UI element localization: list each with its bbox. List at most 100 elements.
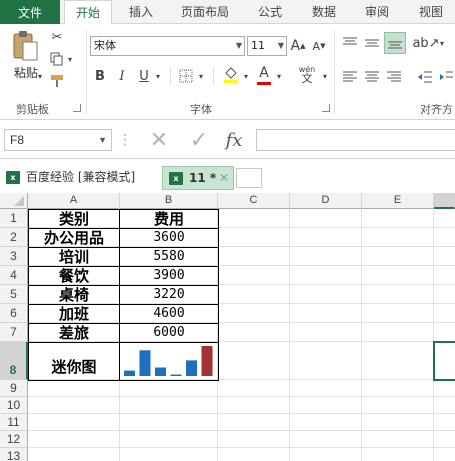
- cell-b7[interactable]: 6000: [120, 323, 218, 342]
- font-name-select[interactable]: 宋体 ▼: [90, 36, 245, 56]
- alignment-group-label: 对齐方: [420, 103, 453, 116]
- font-size-value: 11: [251, 39, 265, 52]
- decrease-indent-icon[interactable]: [415, 68, 435, 86]
- row-header[interactable]: 3: [0, 247, 28, 266]
- cell-a3[interactable]: 培训: [28, 247, 120, 266]
- align-left-icon[interactable]: [340, 68, 360, 86]
- column-header-b[interactable]: B: [120, 193, 218, 209]
- phonetic-dropdown-icon[interactable]: ▾: [320, 66, 330, 86]
- decrease-font-size-icon[interactable]: A ▼: [311, 36, 327, 56]
- tab-insert[interactable]: 插入: [129, 0, 153, 24]
- row-header[interactable]: 7: [0, 323, 28, 342]
- separator: [213, 68, 214, 84]
- formula-bar: F8 ▼ ⋮ ✕ ✓ fx: [0, 121, 455, 159]
- fill-color-dropdown-icon[interactable]: ▾: [241, 66, 251, 86]
- formula-input[interactable]: [256, 129, 455, 151]
- selected-cell-f8[interactable]: [433, 341, 455, 381]
- column-header-a[interactable]: A: [28, 193, 120, 209]
- align-bottom-icon[interactable]: [384, 32, 406, 54]
- align-top-icon[interactable]: [340, 34, 360, 52]
- cell-a1[interactable]: 类别: [28, 209, 120, 228]
- new-workbook-tab-button[interactable]: [236, 168, 262, 188]
- align-middle-icon[interactable]: [362, 34, 382, 52]
- orientation-dropdown-icon[interactable]: ▾: [437, 34, 447, 52]
- column-header-c[interactable]: C: [218, 193, 290, 209]
- sparkline-chart[interactable]: [120, 342, 218, 380]
- workbook-tab-11[interactable]: x 11 * ✕: [162, 166, 234, 190]
- increase-indent-icon[interactable]: [437, 68, 455, 86]
- tab-data[interactable]: 数据: [312, 0, 336, 24]
- column-header-e[interactable]: E: [362, 193, 434, 209]
- copy-dropdown-icon[interactable]: ▾: [66, 50, 74, 68]
- excel-file-icon: x: [6, 171, 20, 184]
- row-header[interactable]: 8: [0, 342, 28, 380]
- italic-button[interactable]: I: [114, 66, 130, 86]
- cell-b2[interactable]: 3600: [120, 228, 218, 247]
- close-tab-icon[interactable]: ✕: [219, 167, 229, 189]
- row-header[interactable]: 9: [0, 380, 28, 397]
- row-header[interactable]: 6: [0, 304, 28, 323]
- cell-b3[interactable]: 5580: [120, 247, 218, 266]
- enter-icon[interactable]: ✓: [186, 128, 212, 153]
- cut-icon[interactable]: ✂: [48, 28, 66, 46]
- align-right-icon[interactable]: [384, 68, 404, 86]
- cell-b1[interactable]: 费用: [120, 209, 218, 228]
- row-header[interactable]: 10: [0, 397, 28, 414]
- fill-color-icon[interactable]: [222, 64, 240, 84]
- row-header[interactable]: 4: [0, 266, 28, 285]
- cell-a6[interactable]: 加班: [28, 304, 120, 323]
- row-header[interactable]: 11: [0, 414, 28, 431]
- column-header-d[interactable]: D: [290, 193, 362, 209]
- copy-icon[interactable]: [48, 50, 66, 68]
- tab-home[interactable]: 开始: [64, 0, 112, 25]
- tab-file[interactable]: 文件: [0, 0, 60, 24]
- insert-function-button[interactable]: fx: [220, 128, 248, 152]
- underline-button[interactable]: U: [136, 66, 152, 86]
- font-size-select[interactable]: 11 ▼: [247, 36, 287, 56]
- paste-icon[interactable]: [10, 30, 40, 62]
- paste-dropdown-icon[interactable]: ▾: [36, 72, 44, 81]
- font-color-icon[interactable]: A: [255, 64, 273, 86]
- phonetic-guide-icon[interactable]: wén 文: [296, 62, 318, 86]
- sparkline-bar: [124, 370, 135, 376]
- column-header-f[interactable]: [434, 193, 455, 209]
- separator: [170, 68, 171, 84]
- borders-dropdown-icon[interactable]: ▾: [196, 66, 206, 86]
- cell-b5[interactable]: 3220: [120, 285, 218, 304]
- clipboard-launcher-icon[interactable]: [73, 104, 81, 112]
- cell-reference: F8: [10, 133, 25, 147]
- cell-a4[interactable]: 餐饮: [28, 266, 120, 285]
- format-painter-icon[interactable]: [48, 72, 66, 90]
- increase-font-size-icon[interactable]: A ▲: [290, 36, 306, 56]
- bold-button[interactable]: B: [92, 66, 108, 86]
- sparkline-bar: [155, 367, 166, 376]
- align-center-icon[interactable]: [362, 68, 382, 86]
- workbook-tab-label: 百度经验 [兼容模式]: [26, 170, 136, 184]
- tab-review[interactable]: 审阅: [365, 0, 389, 24]
- cell-a7[interactable]: 差旅: [28, 323, 120, 342]
- workbook-tab-baidu[interactable]: x 百度经验 [兼容模式]: [0, 166, 158, 190]
- row-header[interactable]: 1: [0, 209, 28, 228]
- font-launcher-icon[interactable]: [322, 104, 330, 112]
- cell-b4[interactable]: 3900: [120, 266, 218, 285]
- gridline: [28, 396, 455, 397]
- cancel-icon[interactable]: ✕: [146, 128, 172, 153]
- cell-a8[interactable]: 迷你图: [28, 342, 120, 380]
- select-all-corner[interactable]: [0, 193, 28, 209]
- chevron-down-icon: ▼: [235, 41, 242, 50]
- cell-a2[interactable]: 办公用品: [28, 228, 120, 247]
- orientation-icon[interactable]: ab↗: [412, 34, 439, 52]
- row-header[interactable]: 5: [0, 285, 28, 304]
- tab-formulas[interactable]: 公式: [258, 0, 282, 24]
- borders-icon[interactable]: [177, 66, 195, 86]
- tab-view[interactable]: 视图: [419, 0, 443, 24]
- cell-b6[interactable]: 4600: [120, 304, 218, 323]
- row-header[interactable]: 13: [0, 448, 28, 461]
- tab-page-layout[interactable]: 页面布局: [181, 0, 229, 24]
- row-header[interactable]: 12: [0, 431, 28, 448]
- font-color-dropdown-icon[interactable]: ▾: [274, 66, 284, 86]
- name-box[interactable]: F8 ▼: [4, 129, 112, 151]
- underline-dropdown-icon[interactable]: ▾: [153, 66, 163, 86]
- row-header[interactable]: 2: [0, 228, 28, 247]
- cell-a5[interactable]: 桌椅: [28, 285, 120, 304]
